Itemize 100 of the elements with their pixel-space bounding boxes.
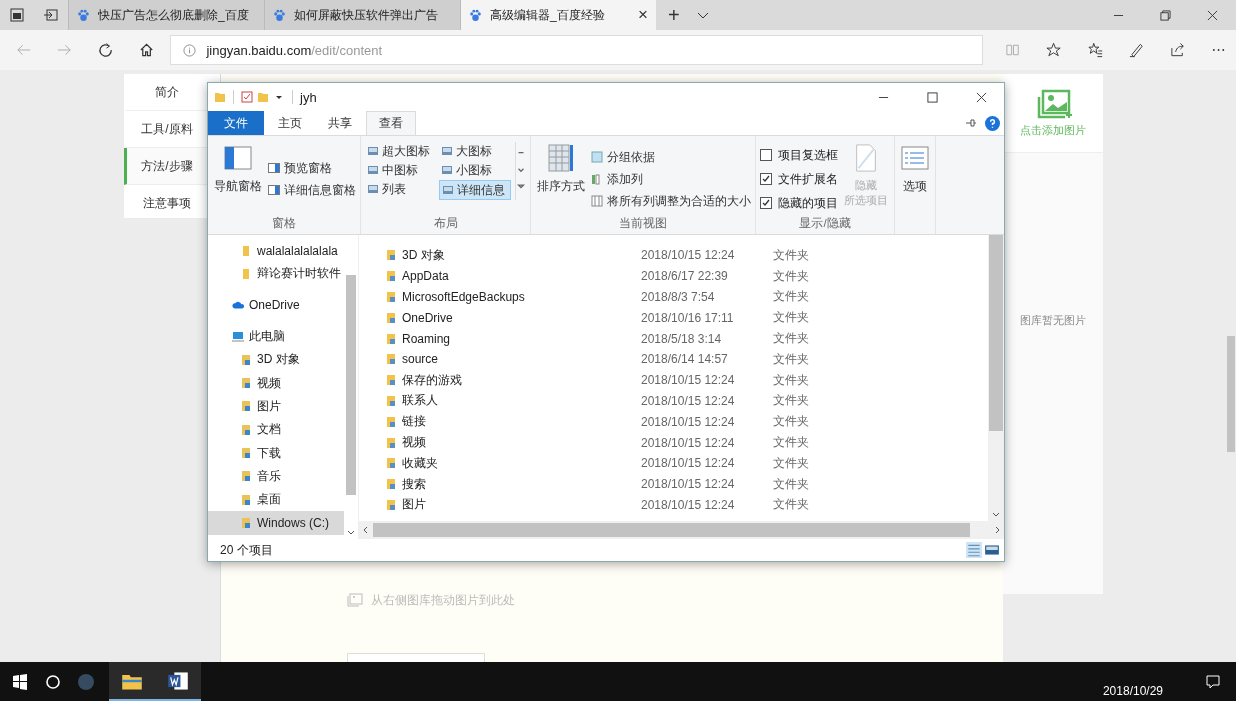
- nav-tree-item[interactable]: 图片: [208, 394, 344, 419]
- close-tab-button[interactable]: ×: [638, 5, 648, 25]
- date-cell-text: 2018/10/15 12:24: [641, 373, 736, 388]
- word-taskbar-button[interactable]: [155, 662, 201, 701]
- share-icon[interactable]: [1169, 42, 1185, 58]
- image-icon: [347, 593, 363, 607]
- nav-tree-item[interactable]: walalalalalalala: [208, 239, 344, 263]
- browser-tab[interactable]: 快压广告怎么彻底删除_百度: [68, 0, 264, 30]
- nav-tree-item[interactable]: 下载: [208, 441, 344, 465]
- tab-preview-icon[interactable]: [10, 8, 24, 22]
- folder-icon: [385, 353, 397, 366]
- nav-tree-item[interactable]: 音乐: [208, 464, 344, 488]
- step-nav-item[interactable]: 方法/步骤: [124, 148, 207, 185]
- layout-option[interactable]: 小图标: [439, 161, 511, 179]
- group-label: 显示/隐藏: [798, 216, 852, 231]
- file-name-cell[interactable]: 搜索: [359, 475, 641, 493]
- scrollbar-thumb[interactable]: [373, 523, 970, 537]
- nav-tree-item[interactable]: 此电脑: [208, 324, 344, 349]
- scrollbar-thumb[interactable]: [1227, 336, 1235, 452]
- folder-icon: [214, 91, 226, 103]
- nav-tree-item[interactable]: Windows (C:): [208, 511, 344, 535]
- file-name-cell[interactable]: 收藏夹: [359, 454, 641, 472]
- layout-option[interactable]: 列表: [365, 180, 437, 198]
- checkmark-icon: [761, 174, 771, 184]
- folder-icon: [240, 377, 252, 390]
- search-icon[interactable]: [45, 673, 61, 690]
- file-explorer-taskbar-button[interactable]: [109, 662, 155, 701]
- date-cell-text: 2018/10/15 12:24: [641, 456, 736, 471]
- windows-start-icon[interactable]: [12, 673, 28, 690]
- checkbox[interactable]: 隐藏的项目: [760, 193, 838, 213]
- nav-tree-item[interactable]: 3D 对象: [208, 348, 344, 372]
- type-cell: 文件夹: [773, 496, 809, 514]
- nav-tree-item[interactable]: 视频: [208, 371, 344, 395]
- group-by-button[interactable]: 分组依据: [591, 148, 751, 166]
- home-icon[interactable]: [139, 42, 155, 58]
- nav-tree-item[interactable]: OneDrive: [208, 293, 344, 317]
- checkbox[interactable]: 文件扩展名: [760, 169, 838, 189]
- gallery-scroll[interactable]: [515, 142, 526, 200]
- set-aside-tabs-icon[interactable]: [44, 8, 58, 22]
- file-name-cell[interactable]: 链接: [359, 413, 641, 431]
- type-cell: 文件夹: [773, 309, 809, 327]
- details-pane-button[interactable]: 详细信息窗格: [268, 181, 356, 199]
- file-name-cell[interactable]: 视频: [359, 434, 641, 452]
- ribbon-tab[interactable]: 主页: [266, 111, 314, 135]
- scrollbar-thumb[interactable]: [989, 235, 1003, 431]
- nav-tree-item[interactable]: 辩论赛计时软件: [208, 262, 344, 286]
- pin-icon[interactable]: [965, 117, 977, 129]
- folder-icon: [385, 332, 397, 345]
- refresh-icon[interactable]: [98, 42, 114, 58]
- file-name-cell[interactable]: source: [359, 352, 641, 367]
- file-name-cell[interactable]: OneDrive: [359, 310, 641, 325]
- drop-hint-text: 从右侧图库拖动图片到此处: [371, 591, 515, 609]
- maximize-icon[interactable]: [927, 91, 938, 103]
- fit-columns-button[interactable]: 将所有列调整为合适的大小: [591, 192, 751, 210]
- type-cell: 文件夹: [773, 475, 809, 493]
- view-icon: [441, 164, 453, 176]
- add-column-button[interactable]: 添加列: [591, 170, 751, 188]
- ribbon-tab[interactable]: 文件: [208, 111, 264, 135]
- layout-option[interactable]: 超大图标: [365, 142, 437, 160]
- star-icon[interactable]: [1046, 42, 1062, 58]
- folder-icon: [385, 249, 397, 262]
- close-icon[interactable]: [1207, 9, 1218, 21]
- folder-icon: [385, 374, 397, 387]
- navigation-pane-button[interactable]: 导航窗格: [212, 142, 264, 216]
- pen-icon[interactable]: [1128, 42, 1144, 58]
- nav-tree-item[interactable]: 桌面: [208, 487, 344, 512]
- layout-option[interactable]: 详细信息: [439, 180, 511, 200]
- ribbon-tab[interactable]: 查看: [366, 111, 416, 135]
- scrollbar-thumb[interactable]: [346, 275, 356, 495]
- file-name-cell[interactable]: 联系人: [359, 392, 641, 410]
- file-name-cell[interactable]: 图片: [359, 496, 641, 514]
- file-name-cell[interactable]: AppData: [359, 269, 641, 284]
- layout-option[interactable]: 大图标: [439, 142, 511, 160]
- checkbox[interactable]: 项目复选框: [760, 145, 838, 165]
- preview-pane-button[interactable]: 预览窗格: [268, 159, 356, 177]
- browser-tab[interactable]: 高级编辑器_百度经验 ×: [460, 0, 656, 30]
- folder-icon: [385, 498, 397, 511]
- close-icon[interactable]: [976, 91, 987, 103]
- file-name-cell[interactable]: 保存的游戏: [359, 371, 641, 389]
- file-name-cell[interactable]: 3D 对象: [359, 246, 641, 264]
- browser-tab[interactable]: 如何屏蔽快压软件弹出广告: [264, 0, 460, 30]
- new-tab-button[interactable]: +: [668, 3, 680, 27]
- pane-icon: [268, 184, 280, 196]
- options-button[interactable]: 选项: [899, 142, 931, 216]
- large-icons-view-icon[interactable]: [984, 542, 1000, 558]
- date-cell-text: 2018/6/17 22:39: [641, 269, 729, 284]
- file-name-cell[interactable]: Roaming: [359, 331, 641, 346]
- address-field[interactable]: jingyan.baidu.com/edit/content: [170, 35, 984, 65]
- help-icon[interactable]: [985, 115, 1000, 131]
- date-cell-text: 2018/10/15 12:24: [641, 393, 736, 408]
- sort-by-button[interactable]: 排序方式: [535, 142, 587, 216]
- properties-icon[interactable]: [241, 91, 253, 103]
- favorites-icon[interactable]: [1087, 42, 1103, 58]
- nav-tree-item[interactable]: 文档: [208, 418, 344, 442]
- view-icon: [441, 145, 453, 157]
- restore-icon[interactable]: [1160, 9, 1171, 21]
- file-name-cell[interactable]: MicrosoftEdgeBackups: [359, 290, 641, 304]
- ribbon-tab[interactable]: 共享: [316, 111, 364, 135]
- layout-option[interactable]: 中图标: [365, 161, 437, 179]
- notification-icon[interactable]: [1205, 673, 1221, 690]
